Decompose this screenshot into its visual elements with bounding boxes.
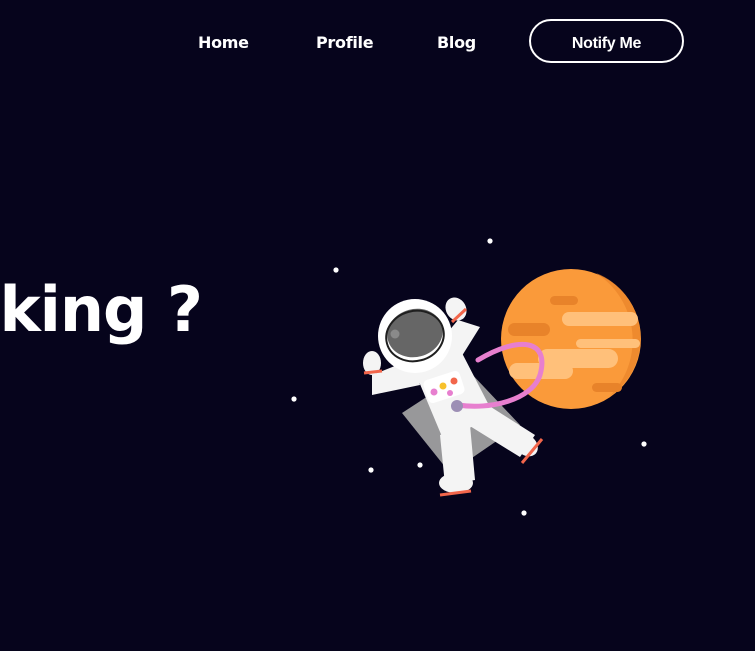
nav-link-blog[interactable]: Blog (437, 19, 476, 67)
planet (501, 269, 641, 409)
hero-heading: oking ? (0, 273, 203, 346)
star (368, 467, 374, 473)
star (487, 238, 493, 244)
top-nav: Home Profile Blog Notify Me (0, 19, 755, 67)
star (521, 510, 527, 516)
astronaut-illustration (291, 238, 647, 516)
notify-me-button[interactable]: Notify Me (529, 19, 684, 63)
star (333, 267, 339, 273)
star (641, 441, 647, 447)
star (291, 396, 297, 402)
page: Home Profile Blog Notify Me oking ? (0, 0, 755, 651)
nav-link-profile[interactable]: Profile (316, 19, 374, 67)
tether-clip (451, 400, 463, 412)
nav-link-home[interactable]: Home (198, 19, 249, 67)
star (417, 462, 423, 468)
